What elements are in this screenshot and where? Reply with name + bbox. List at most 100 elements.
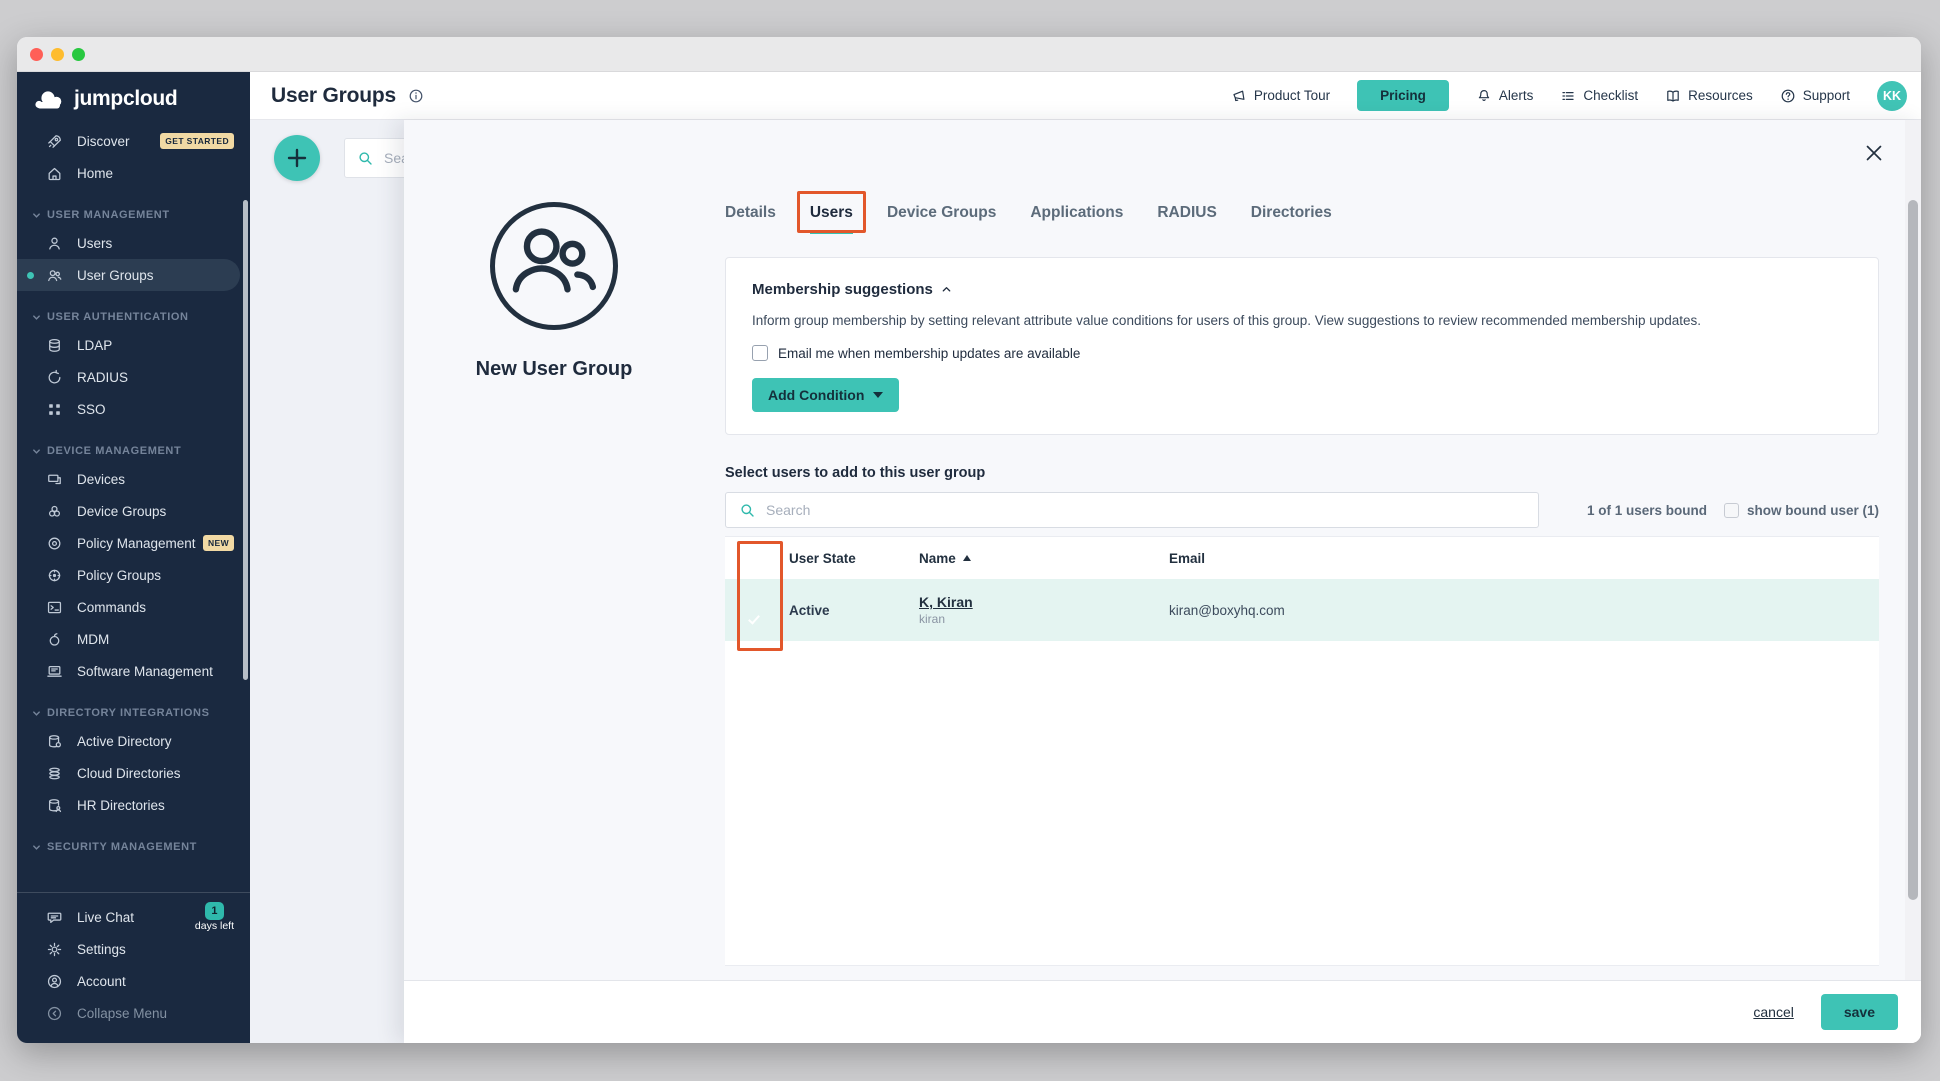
account-icon xyxy=(46,973,63,990)
tab-applications[interactable]: Applications xyxy=(1030,198,1123,231)
sidebar-item-software-management[interactable]: Software Management xyxy=(17,655,250,687)
tab-details[interactable]: Details xyxy=(725,198,776,231)
sidebar-item-label: Collapse Menu xyxy=(77,1006,167,1021)
new-user-group-panel: New User Group Details Users Device Grou… xyxy=(404,120,1921,1043)
sidebar-item-commands[interactable]: Commands xyxy=(17,591,250,623)
table-row[interactable]: Active K, Kiran kiran kiran@boxyhq.com xyxy=(725,579,1879,641)
user-search-input[interactable]: Search xyxy=(725,492,1539,528)
username: kiran xyxy=(919,612,1169,626)
sidebar-item-device-groups[interactable]: Device Groups xyxy=(17,495,250,527)
pricing-button[interactable]: Pricing xyxy=(1357,80,1449,111)
sidebar-item-live-chat[interactable]: Live Chat 1 days left xyxy=(17,901,250,933)
column-header-user-state[interactable]: User State xyxy=(789,551,919,566)
gear-icon xyxy=(46,941,63,958)
alerts-button[interactable]: Alerts xyxy=(1476,88,1534,104)
users-table-header: User State Name Email xyxy=(725,537,1879,579)
section-header-security-management[interactable]: SECURITY MANAGEMENT xyxy=(17,835,250,859)
sidebar-item-collapse-menu[interactable]: Collapse Menu xyxy=(17,997,250,1029)
support-button[interactable]: Support xyxy=(1780,88,1850,104)
sidebar-item-active-directory[interactable]: Active Directory xyxy=(17,725,250,757)
column-header-email[interactable]: Email xyxy=(1169,551,1879,566)
sidebar-item-label: Cloud Directories xyxy=(77,766,181,781)
group-name-label: New User Group xyxy=(444,358,664,381)
checklist-icon xyxy=(1560,88,1576,104)
plus-icon xyxy=(285,146,309,170)
chevron-down-icon xyxy=(32,313,41,322)
sidebar-item-label: User Groups xyxy=(77,268,154,283)
user-name-link[interactable]: K, Kiran xyxy=(919,594,1169,610)
section-header-directory-integrations[interactable]: DIRECTORY INTEGRATIONS xyxy=(17,701,250,725)
chat-icon xyxy=(46,909,63,926)
search-placeholder: Search xyxy=(766,502,810,518)
policy-groups-icon xyxy=(46,567,63,584)
tab-directories[interactable]: Directories xyxy=(1251,198,1332,231)
sidebar-item-label: Live Chat xyxy=(77,910,134,925)
avatar[interactable]: KK xyxy=(1877,81,1907,111)
chevron-down-icon xyxy=(32,843,41,852)
cancel-button[interactable]: cancel xyxy=(1753,1004,1793,1020)
sidebar-item-policy-groups[interactable]: Policy Groups xyxy=(17,559,250,591)
show-bound-user-toggle[interactable]: show bound user (1) xyxy=(1724,503,1879,518)
column-header-name[interactable]: Name xyxy=(919,551,1169,566)
chevron-up-icon xyxy=(941,284,952,295)
sidebar-item-user-groups[interactable]: User Groups xyxy=(17,259,240,291)
minimize-window-button[interactable] xyxy=(51,48,64,61)
jumpcloud-logo[interactable]: jumpcloud xyxy=(17,72,250,123)
sidebar-scrollbar-thumb[interactable] xyxy=(243,200,248,680)
tab-radius[interactable]: RADIUS xyxy=(1157,198,1216,231)
chevron-down-icon xyxy=(32,211,41,220)
sidebar-item-sso[interactable]: SSO xyxy=(17,393,250,425)
save-button[interactable]: save xyxy=(1821,994,1898,1030)
device-groups-icon xyxy=(46,503,63,520)
close-icon[interactable] xyxy=(1863,142,1885,164)
membership-suggestions-toggle[interactable]: Membership suggestions xyxy=(752,281,1852,298)
book-icon xyxy=(1665,88,1681,104)
section-header-device-management[interactable]: DEVICE MANAGEMENT xyxy=(17,439,250,463)
home-icon xyxy=(46,165,63,182)
show-bound-checkbox[interactable] xyxy=(1724,503,1739,518)
sidebar-item-label: Policy Groups xyxy=(77,568,161,583)
sidebar-item-mdm[interactable]: MDM xyxy=(17,623,250,655)
sidebar: jumpcloud Discover GET STARTED Home USER… xyxy=(17,72,250,1043)
info-icon[interactable] xyxy=(408,88,424,104)
get-started-badge: GET STARTED xyxy=(160,133,234,149)
email-optin-row[interactable]: Email me when membership updates are ava… xyxy=(752,345,1852,361)
tab-device-groups[interactable]: Device Groups xyxy=(887,198,996,231)
window-titlebar xyxy=(17,37,1921,72)
zoom-window-button[interactable] xyxy=(72,48,85,61)
page-scrollbar[interactable] xyxy=(1905,120,1921,980)
sidebar-item-label: MDM xyxy=(77,632,109,647)
close-window-button[interactable] xyxy=(30,48,43,61)
sso-grid-icon xyxy=(46,401,63,418)
user-group-icon xyxy=(46,267,63,284)
add-user-group-button[interactable] xyxy=(274,135,320,181)
page-scrollbar-thumb[interactable] xyxy=(1908,200,1918,900)
sidebar-item-account[interactable]: Account xyxy=(17,965,250,997)
add-condition-button[interactable]: Add Condition xyxy=(752,378,899,412)
sidebar-item-hr-directories[interactable]: HR Directories xyxy=(17,789,250,821)
email-optin-checkbox[interactable] xyxy=(752,345,768,361)
checklist-button[interactable]: Checklist xyxy=(1560,88,1638,104)
sidebar-item-label: Devices xyxy=(77,472,125,487)
tab-users[interactable]: Users xyxy=(810,198,853,234)
policy-management-icon xyxy=(46,535,63,552)
product-tour-button[interactable]: Product Tour xyxy=(1231,88,1330,104)
sidebar-item-ldap[interactable]: LDAP xyxy=(17,329,250,361)
sidebar-item-cloud-directories[interactable]: Cloud Directories xyxy=(17,757,250,789)
resources-button[interactable]: Resources xyxy=(1665,88,1753,104)
sidebar-item-label: Policy Management xyxy=(77,536,196,551)
sidebar-item-radius[interactable]: RADIUS xyxy=(17,361,250,393)
sidebar-item-home[interactable]: Home xyxy=(17,157,250,189)
sidebar-item-label: RADIUS xyxy=(77,370,128,385)
section-header-user-authentication[interactable]: USER AUTHENTICATION xyxy=(17,305,250,329)
apple-icon xyxy=(46,631,63,648)
logo-text: jumpcloud xyxy=(74,87,177,111)
sidebar-item-users[interactable]: Users xyxy=(17,227,250,259)
user-search-row: Search 1 of 1 users bound show bound use… xyxy=(725,492,1879,528)
section-header-user-management[interactable]: USER MANAGEMENT xyxy=(17,203,250,227)
sidebar-item-policy-management[interactable]: Policy Management NEW xyxy=(17,527,250,559)
sidebar-item-settings[interactable]: Settings xyxy=(17,933,250,965)
sidebar-item-devices[interactable]: Devices xyxy=(17,463,250,495)
sidebar-nav: Discover GET STARTED Home USER MANAGEMEN… xyxy=(17,123,250,892)
sidebar-item-discover[interactable]: Discover GET STARTED xyxy=(17,125,250,157)
